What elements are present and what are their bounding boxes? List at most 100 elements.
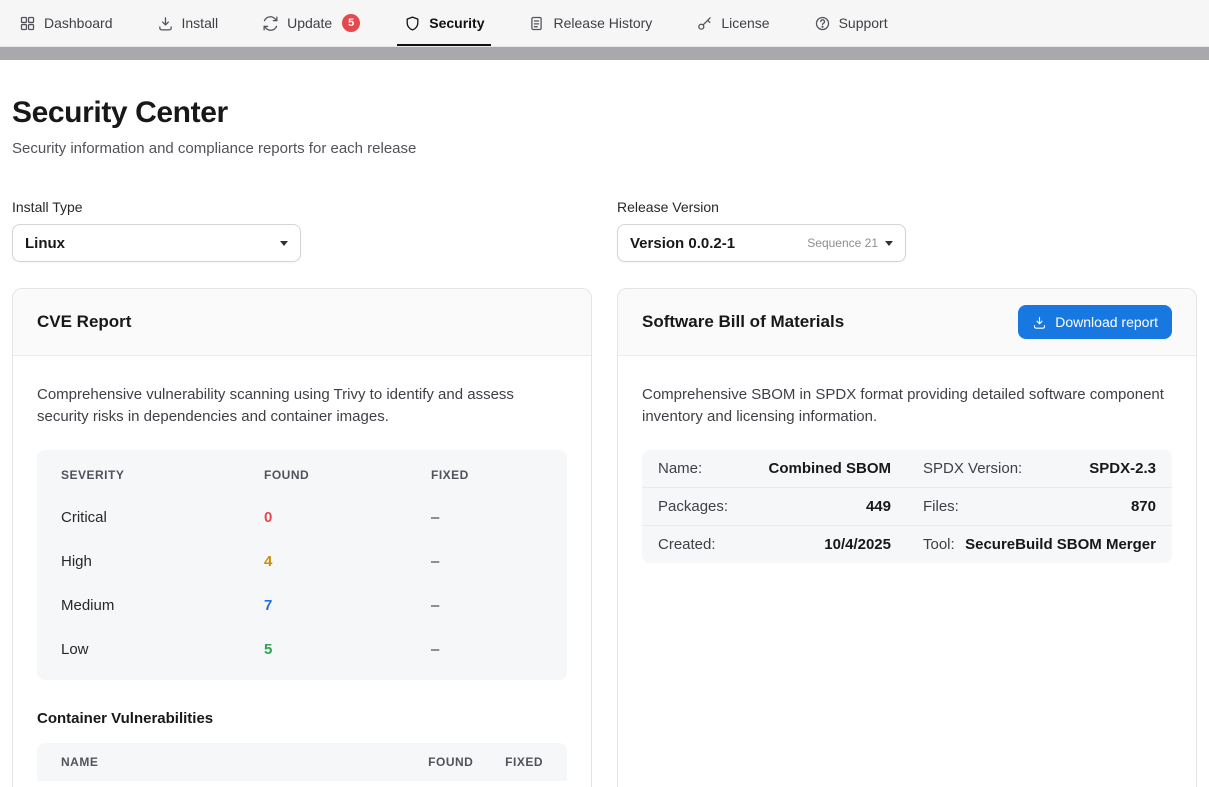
nav-item-label: Release History xyxy=(553,15,652,31)
info-value: 10/4/2025 xyxy=(824,536,891,553)
column-header-name: NAME xyxy=(61,755,428,769)
download-icon xyxy=(157,15,174,32)
info-value: SecureBuild SBOM Merger xyxy=(965,536,1156,553)
severity-table-header: SEVERITY FOUND FIXED xyxy=(37,454,567,496)
release-version-label: Release Version xyxy=(617,199,1197,215)
key-icon xyxy=(696,15,713,32)
container-table-header: NAME FOUND FIXED xyxy=(37,743,567,781)
scroll-divider xyxy=(0,47,1209,60)
grid-icon xyxy=(19,15,36,32)
info-row: Packages: 449 Files: 870 xyxy=(642,487,1172,525)
nav-item-license[interactable]: License xyxy=(691,0,774,46)
fixed-count: – xyxy=(431,553,543,570)
nav-item-label: Security xyxy=(429,15,484,31)
info-value: Combined SBOM xyxy=(769,460,892,477)
main-content: Security Center Security information and… xyxy=(0,96,1209,787)
cve-report-card: CVE Report Comprehensive vulnerability s… xyxy=(12,288,592,787)
table-row-medium: Medium 7 – xyxy=(37,584,567,628)
info-pair-spdx-version: SPDX Version: SPDX-2.3 xyxy=(907,450,1172,487)
chevron-down-icon xyxy=(885,241,893,246)
severity-label: High xyxy=(61,553,264,570)
info-label: Name: xyxy=(658,460,702,477)
nav-item-security[interactable]: Security xyxy=(399,0,489,46)
download-report-label: Download report xyxy=(1055,314,1158,330)
document-icon xyxy=(528,15,545,32)
severity-table: SEVERITY FOUND FIXED Critical 0 – High 4… xyxy=(37,450,567,680)
nav-item-support[interactable]: Support xyxy=(809,0,893,46)
info-value: SPDX-2.3 xyxy=(1089,460,1156,477)
nav-item-label: Install xyxy=(182,15,219,31)
nav-item-label: Dashboard xyxy=(44,15,113,31)
column-header-severity: SEVERITY xyxy=(61,468,264,482)
severity-label: Critical xyxy=(61,509,264,526)
nav-item-label: Update xyxy=(287,15,332,31)
sbom-header: Software Bill of Materials Download repo… xyxy=(618,289,1196,356)
info-pair-created: Created: 10/4/2025 xyxy=(642,526,907,563)
sequence-label: Sequence 21 xyxy=(807,236,878,250)
info-label: Created: xyxy=(658,536,716,553)
sbom-card: Software Bill of Materials Download repo… xyxy=(617,288,1197,787)
cve-report-description: Comprehensive vulnerability scanning usi… xyxy=(37,384,567,428)
support-icon xyxy=(814,15,831,32)
download-icon xyxy=(1032,315,1047,330)
table-row-critical: Critical 0 – xyxy=(37,496,567,540)
nav-item-label: Support xyxy=(839,15,888,31)
release-version-filter: Release Version Version 0.0.2-1 Sequence… xyxy=(617,199,1197,262)
found-count: 7 xyxy=(264,597,431,614)
filters-row: Install Type Linux Release Version Versi… xyxy=(12,199,1197,262)
info-pair-packages: Packages: 449 xyxy=(642,488,907,525)
container-vulnerabilities-title: Container Vulnerabilities xyxy=(37,710,567,727)
install-type-value: Linux xyxy=(25,235,65,252)
nav-item-dashboard[interactable]: Dashboard xyxy=(14,0,118,46)
nav-item-update[interactable]: Update 5 xyxy=(257,0,365,46)
column-header-fixed: FIXED xyxy=(431,468,543,482)
nav-item-install[interactable]: Install xyxy=(152,0,224,46)
release-version-select[interactable]: Version 0.0.2-1 Sequence 21 xyxy=(617,224,906,262)
info-value: 870 xyxy=(1131,498,1156,515)
nav-item-release-history[interactable]: Release History xyxy=(523,0,657,46)
fixed-count: – xyxy=(431,597,543,614)
column-header-found: FOUND xyxy=(428,755,505,769)
page-subtitle: Security information and compliance repo… xyxy=(12,140,1197,157)
info-value: 449 xyxy=(866,498,891,515)
info-row: Name: Combined SBOM SPDX Version: SPDX-2… xyxy=(642,450,1172,487)
update-count-badge: 5 xyxy=(342,14,360,32)
info-label: Tool: xyxy=(923,536,955,553)
column-header-fixed: FIXED xyxy=(505,755,543,769)
fixed-count: – xyxy=(431,509,543,526)
release-version-value: Version 0.0.2-1 xyxy=(630,235,735,252)
info-label: Files: xyxy=(923,498,959,515)
download-report-button[interactable]: Download report xyxy=(1018,305,1172,339)
info-label: SPDX Version: xyxy=(923,460,1022,477)
install-type-label: Install Type xyxy=(12,199,592,215)
table-row-low: Low 5 – xyxy=(37,628,567,672)
sbom-title: Software Bill of Materials xyxy=(642,312,844,332)
severity-label: Medium xyxy=(61,597,264,614)
container-vulnerabilities-table: NAME FOUND FIXED xyxy=(37,743,567,781)
table-row-high: High 4 – xyxy=(37,540,567,584)
refresh-icon xyxy=(262,15,279,32)
sbom-info-grid: Name: Combined SBOM SPDX Version: SPDX-2… xyxy=(642,450,1172,563)
found-count: 4 xyxy=(264,553,431,570)
severity-label: Low xyxy=(61,641,264,658)
info-pair-name: Name: Combined SBOM xyxy=(642,450,907,487)
cards-row: CVE Report Comprehensive vulnerability s… xyxy=(12,288,1197,787)
found-count: 5 xyxy=(264,641,431,658)
cve-report-body: Comprehensive vulnerability scanning usi… xyxy=(13,356,591,787)
install-type-filter: Install Type Linux xyxy=(12,199,592,262)
install-type-select[interactable]: Linux xyxy=(12,224,301,262)
column-header-found: FOUND xyxy=(264,468,431,482)
shield-icon xyxy=(404,15,421,32)
info-pair-tool: Tool: SecureBuild SBOM Merger xyxy=(907,526,1172,563)
sbom-body: Comprehensive SBOM in SPDX format provid… xyxy=(618,356,1196,587)
sbom-description: Comprehensive SBOM in SPDX format provid… xyxy=(642,384,1172,428)
top-navigation: Dashboard Install Update 5 Security Rele… xyxy=(0,0,1209,47)
cve-report-header: CVE Report xyxy=(13,289,591,356)
found-count: 0 xyxy=(264,509,431,526)
nav-item-label: License xyxy=(721,15,769,31)
page-title: Security Center xyxy=(12,96,1197,130)
fixed-count: – xyxy=(431,641,543,658)
info-pair-files: Files: 870 xyxy=(907,488,1172,525)
chevron-down-icon xyxy=(280,241,288,246)
info-label: Packages: xyxy=(658,498,728,515)
